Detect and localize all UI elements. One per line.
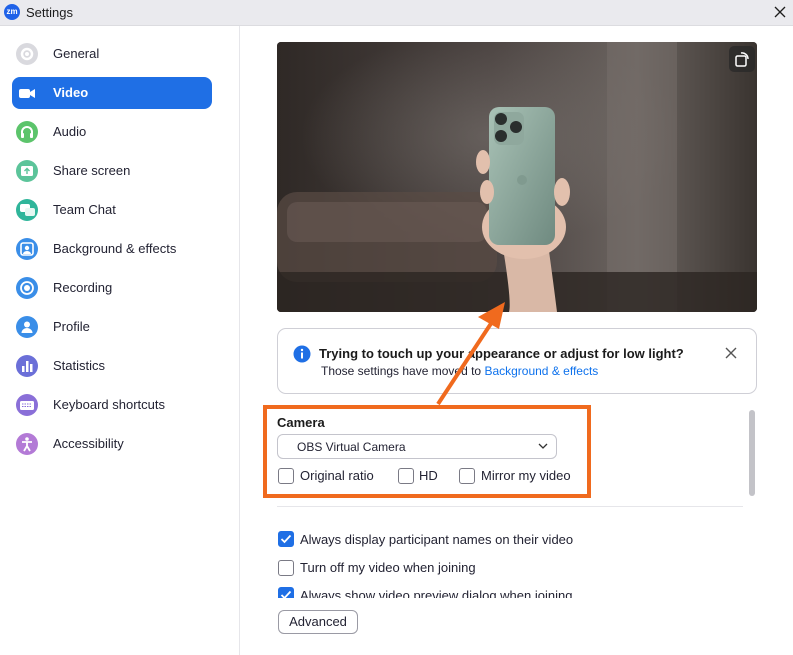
banner-subtitle-text: Those settings have moved to [321,364,485,378]
sidebar-item-profile[interactable]: Profile [12,311,212,343]
camera-preview-image [277,42,757,312]
settings-sidebar: General Video Audio Share screen Team Ch… [0,26,240,655]
sidebar-item-label: Share screen [53,163,131,178]
video-preview-dialog-label: Always show video preview dialog when jo… [300,588,573,598]
video-preview-dialog-checkbox[interactable] [278,587,294,598]
display-names-label: Always display participant names on thei… [300,532,574,547]
sidebar-item-share-screen[interactable]: Share screen [12,155,212,187]
sidebar-item-label: General [53,46,100,61]
statistics-icon [16,355,38,377]
gear-icon [16,43,38,65]
sidebar-item-team-chat[interactable]: Team Chat [12,194,212,226]
banner-title: Trying to touch up your appearance or ad… [319,346,684,361]
display-names-checkbox[interactable] [278,531,294,547]
window-title: Settings [26,5,73,20]
banner-close-button[interactable] [723,345,739,361]
info-banner: Trying to touch up your appearance or ad… [277,328,757,394]
sidebar-item-label: Background & effects [53,241,177,256]
sidebar-item-keyboard-shortcuts[interactable]: Keyboard shortcuts [12,389,212,421]
background-effects-icon [16,238,38,260]
sidebar-item-label: Video [53,85,89,100]
video-preview [277,42,757,312]
banner-subtitle: Those settings have moved to Background … [321,364,598,378]
headphones-icon [16,121,38,143]
sidebar-item-video[interactable]: Video [12,77,212,109]
close-window-button[interactable] [770,2,790,22]
annotation-highlight-box [263,405,591,498]
rotate-video-button[interactable] [729,46,755,72]
turn-off-video-checkbox[interactable] [278,560,294,576]
sidebar-item-label: Keyboard shortcuts [53,397,166,412]
sidebar-item-label: Audio [53,124,87,139]
sidebar-item-background-effects[interactable]: Background & effects [12,233,212,265]
info-icon [293,345,311,363]
section-divider [277,506,743,507]
checkmark-icon [280,590,292,598]
sidebar-item-audio[interactable]: Audio [12,116,212,148]
close-icon [774,6,786,18]
sidebar-item-general[interactable]: General [12,38,212,70]
video-camera-icon [16,82,38,104]
sidebar-item-label: Team Chat [53,202,116,217]
sidebar-item-accessibility[interactable]: Accessibility [12,428,212,460]
zoom-app-icon: zm [4,4,20,20]
sidebar-item-label: Profile [53,319,90,334]
rotate-icon [735,52,749,67]
checkmark-icon [280,534,292,544]
close-icon [725,347,737,359]
profile-icon [16,316,38,338]
turn-off-video-label: Turn off my video when joining [300,560,476,575]
sidebar-item-label: Recording [53,280,113,295]
share-screen-icon [16,160,38,182]
recording-icon [16,277,38,299]
advanced-button[interactable]: Advanced [278,610,358,634]
sidebar-item-label: Statistics [53,358,106,373]
sidebar-item-statistics[interactable]: Statistics [12,350,212,382]
scrollbar-thumb[interactable] [749,410,755,496]
accessibility-icon [16,433,38,455]
title-bar: zm Settings [0,0,793,26]
sidebar-item-recording[interactable]: Recording [12,272,212,304]
background-effects-link[interactable]: Background & effects [484,364,598,378]
sidebar-item-label: Accessibility [53,436,124,451]
chat-icon [16,199,38,221]
video-options-list: Always display participant names on thei… [277,520,747,598]
keyboard-icon [16,394,38,416]
